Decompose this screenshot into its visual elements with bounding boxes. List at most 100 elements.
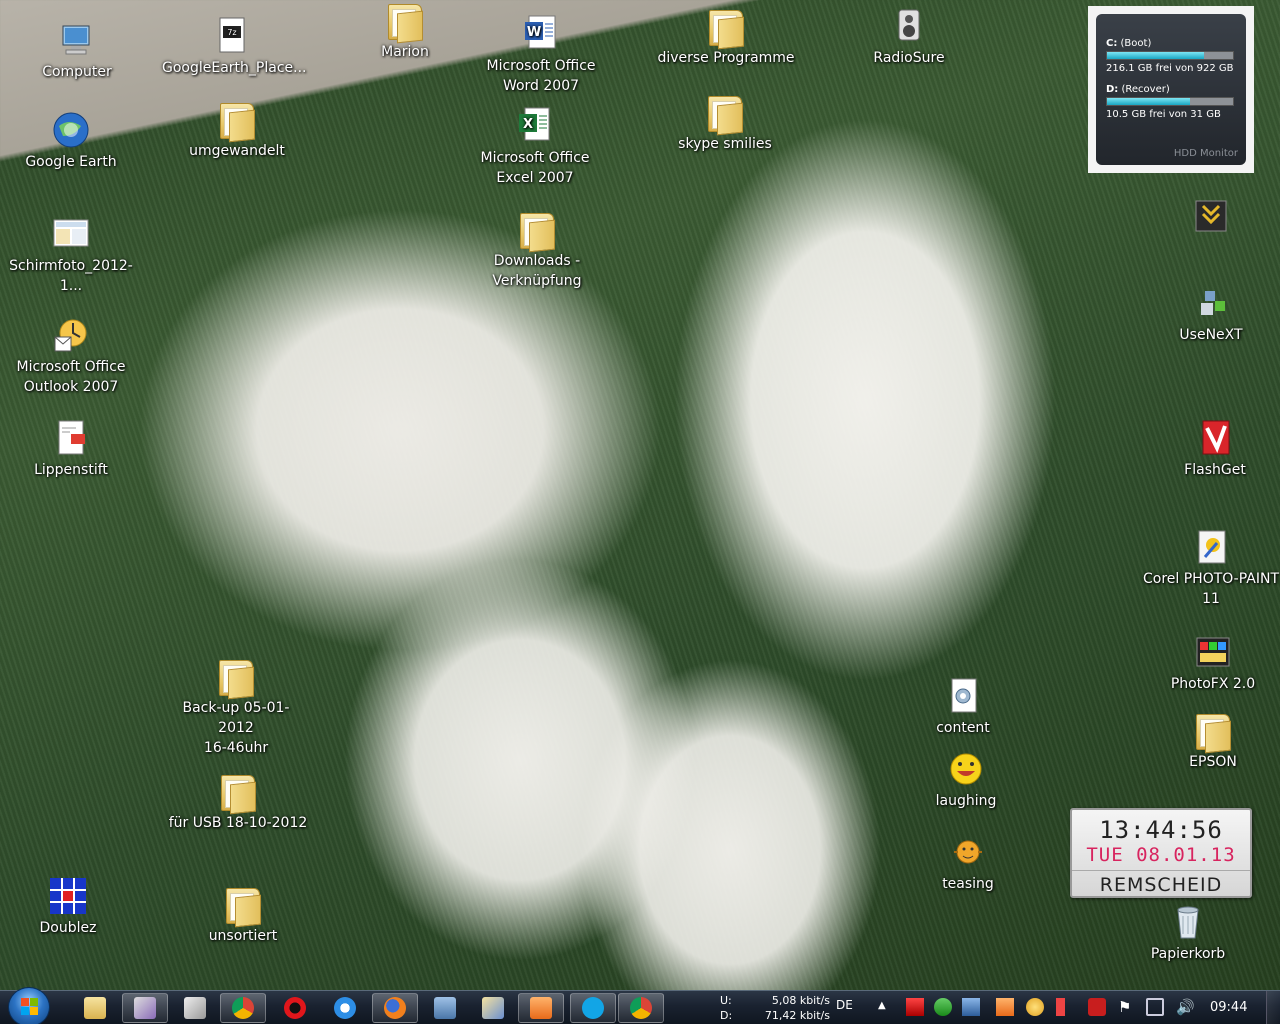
skype-icon xyxy=(582,997,604,1019)
taskbar-ie-button[interactable] xyxy=(322,993,368,1023)
desktop-icon-marion[interactable]: Marion xyxy=(335,4,475,62)
desktop-icon-diverse-programme[interactable]: diverse Programme xyxy=(656,10,796,68)
desktop-icon-skype-smilies[interactable]: skype smilies xyxy=(655,96,795,154)
folder-icon xyxy=(708,96,742,132)
hdd-monitor-gadget[interactable]: C: (Boot) 216.1 GB frei von 922 GB D: (R… xyxy=(1088,6,1254,173)
taskbar-paint-button[interactable] xyxy=(470,993,516,1023)
screenshot-image-icon xyxy=(53,219,89,247)
desktop-icon-content[interactable]: content xyxy=(893,676,1033,738)
desktop-icon-unsortiert[interactable]: unsortiert xyxy=(173,888,313,946)
taskbar-chrome-button[interactable] xyxy=(220,993,266,1023)
taskbar-flag-app-button[interactable] xyxy=(172,993,218,1023)
google-earth-icon xyxy=(53,112,89,148)
desktop-icon-doublez[interactable]: Doublez xyxy=(0,876,138,938)
desktop-icon-outlook-2007[interactable]: Microsoft Office Outlook 2007 xyxy=(1,315,141,397)
desktop-icon-downloads[interactable]: Downloads - Verknüpfung xyxy=(467,213,607,291)
svg-text:W: W xyxy=(527,25,541,40)
mail-tray-icon[interactable] xyxy=(996,998,1014,1016)
language-indicator[interactable]: DE xyxy=(836,998,853,1012)
desktop-icon-lippenstift[interactable]: Lippenstift xyxy=(1,418,141,480)
taskbar-mail-button[interactable] xyxy=(518,993,564,1023)
drive-usage-bar xyxy=(1106,97,1234,106)
network-meter: U: 5,08 kbit/s D: 71,42 kbit/s xyxy=(720,993,830,1023)
network-icon xyxy=(434,997,456,1019)
taskbar-clock[interactable]: 09:44 xyxy=(1210,1000,1247,1015)
drive-name: (Boot) xyxy=(1120,38,1152,49)
windows-flag-icon xyxy=(184,997,206,1019)
taskbar-explorer-button[interactable] xyxy=(72,993,118,1023)
document-icon xyxy=(58,420,85,455)
doublez-game-icon xyxy=(50,878,86,914)
word-icon: W xyxy=(525,15,556,49)
photofx-icon xyxy=(1196,637,1230,667)
device-tray-icon[interactable] xyxy=(962,998,980,1016)
folder-icon xyxy=(709,10,743,46)
desktop-icon-computer[interactable]: Computer xyxy=(7,20,147,82)
desktop-icon-googleearth-place[interactable]: 7z GoogleEarth_Place... xyxy=(162,16,306,78)
desktop-icon-radiosure[interactable]: RadioSure xyxy=(839,6,979,68)
folder-shortcut-icon xyxy=(520,213,554,249)
desktop-icon-google-earth[interactable]: Google Earth xyxy=(1,110,141,172)
desktop-icon-epson[interactable]: EPSON xyxy=(1143,714,1280,772)
start-button[interactable] xyxy=(8,987,50,1024)
show-desktop-button[interactable] xyxy=(1266,991,1280,1024)
desktop-icon-fuer-usb[interactable]: für USB 18-10-2012 xyxy=(168,775,308,833)
desktop-icon-corel-photo-paint[interactable]: Corel PHOTO-PAINT 11 xyxy=(1141,527,1280,609)
desktop-icon-flashget[interactable]: FlashGet xyxy=(1145,418,1280,480)
hdd-drive-c: C: (Boot) 216.1 GB frei von 922 GB xyxy=(1106,38,1234,74)
windows-logo-icon xyxy=(21,998,39,1016)
internet-explorer-icon xyxy=(334,997,356,1019)
desktop-icon-word-2007[interactable]: W Microsoft Office Word 2007 xyxy=(471,14,611,96)
computer-icon xyxy=(62,25,90,55)
clock-gadget-time: 13:44:56 xyxy=(1099,816,1223,844)
taskbar-chrome-window-button[interactable] xyxy=(618,993,664,1023)
clock-gadget-city: REMSCHEID xyxy=(1072,870,1250,896)
volume-icon[interactable]: 🔊 xyxy=(1176,998,1195,1016)
drive-free-text: 10.5 GB frei von 31 GB xyxy=(1106,109,1221,120)
recycle-bin-icon xyxy=(1177,906,1199,939)
action-center-flag-icon[interactable]: ⚑ xyxy=(1118,998,1136,1016)
download-arrows-icon xyxy=(1195,200,1227,232)
teasing-smiley-icon xyxy=(954,840,982,864)
flashget-icon xyxy=(1202,420,1230,455)
svg-text:7z: 7z xyxy=(227,28,236,37)
desktop-icon-unnamed-shortcut[interactable] xyxy=(1141,196,1280,238)
network-tray-icon[interactable] xyxy=(1146,998,1164,1016)
firefox-icon xyxy=(384,997,406,1019)
desktop-icon-photofx[interactable]: PhotoFX 2.0 xyxy=(1143,632,1280,694)
paint-icon xyxy=(482,997,504,1019)
desktop-icon-laughing[interactable]: laughing xyxy=(896,749,1036,811)
speaker-red-tray-icon[interactable] xyxy=(1056,998,1074,1016)
messenger-tray-icon[interactable] xyxy=(1026,998,1044,1016)
desktop-icon-umgewandelt[interactable]: umgewandelt xyxy=(167,103,307,161)
taskbar-firefox-button[interactable] xyxy=(372,993,418,1023)
taskbar-opera-button[interactable] xyxy=(272,993,318,1023)
folder-icon xyxy=(1196,714,1230,750)
mail-icon xyxy=(530,997,552,1019)
desktop-icon-excel-2007[interactable]: X Microsoft Office Excel 2007 xyxy=(465,106,605,188)
taskbar-network-button[interactable] xyxy=(422,993,468,1023)
flashget-tray-icon[interactable] xyxy=(906,998,924,1016)
taskbar-skype-button[interactable] xyxy=(570,993,616,1023)
net-download-rate: 71,42 kbit/s xyxy=(764,1009,830,1022)
desktop-icon-papierkorb[interactable]: Papierkorb xyxy=(1118,902,1258,964)
hdd-monitor-panel: C: (Boot) 216.1 GB frei von 922 GB D: (R… xyxy=(1096,14,1246,165)
desktop-icon-teasing[interactable]: teasing xyxy=(898,832,1038,894)
outlook-icon xyxy=(54,319,87,352)
folder-icon xyxy=(388,4,422,40)
clock-gadget[interactable]: 13:44:56 TUE 08.01.13 REMSCHEID xyxy=(1070,808,1252,898)
tray-expand-icon[interactable]: ▲ xyxy=(878,1000,886,1011)
desktop-icon-usenext[interactable]: UseNeXT xyxy=(1141,283,1280,345)
folder-icon xyxy=(220,103,254,139)
net-upload-rate: 5,08 kbit/s xyxy=(771,994,830,1007)
settings-file-icon xyxy=(951,678,977,713)
sync-tray-icon[interactable] xyxy=(934,998,952,1016)
opera-icon xyxy=(284,997,306,1019)
net-download-label: D: xyxy=(720,1009,733,1022)
taskbar: U: 5,08 kbit/s D: 71,42 kbit/s DE ▲ ⚑ 🔊 09… xyxy=(0,987,1280,1024)
hdd-monitor-title: HDD Monitor xyxy=(1173,148,1238,159)
antivirus-tray-icon[interactable] xyxy=(1088,998,1106,1016)
desktop-icon-backup[interactable]: Back-up 05-01-2012 16-46uhr xyxy=(166,660,306,758)
desktop-icon-schirmfoto[interactable]: Schirmfoto_2012-1... xyxy=(1,214,141,296)
taskbar-pen-tool-button[interactable] xyxy=(122,993,168,1023)
